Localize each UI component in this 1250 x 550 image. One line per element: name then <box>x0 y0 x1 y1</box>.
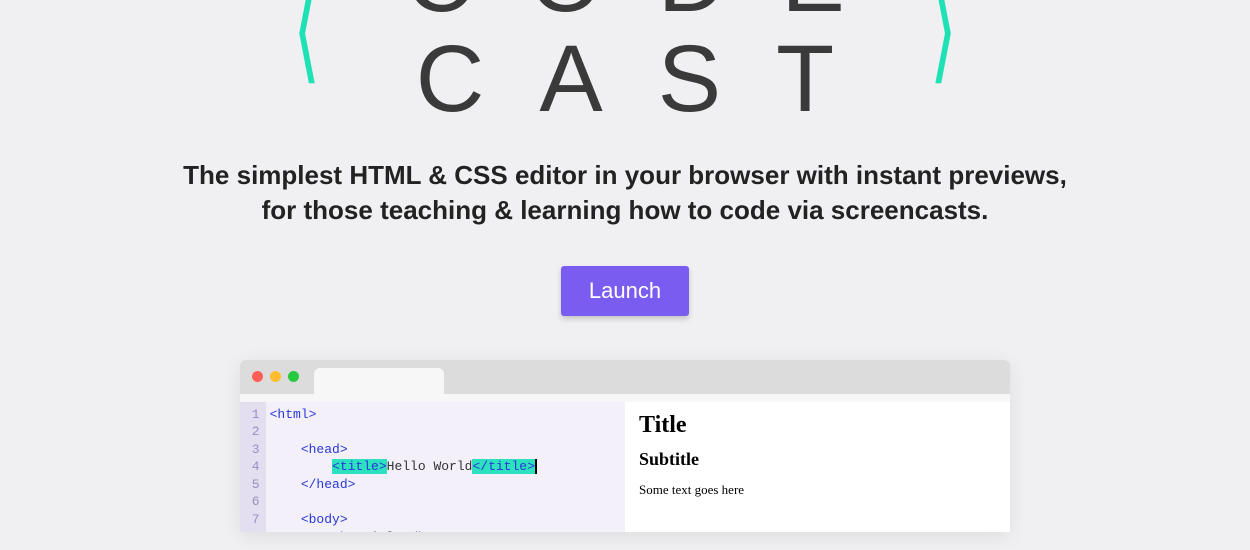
code-line: <h1>Title</h1> <box>270 529 566 532</box>
angle-right-icon: ⟩ <box>930 0 957 95</box>
code-editor[interactable]: 12345678910 <html> <head> <title>Hello W… <box>240 402 625 532</box>
preview-subtitle: Subtitle <box>639 449 996 470</box>
line-number: 5 <box>244 476 260 494</box>
line-number: 6 <box>244 493 260 511</box>
preview-paragraph: Some text goes here <box>639 482 996 498</box>
line-number-gutter: 12345678910 <box>240 402 266 532</box>
line-number: 2 <box>244 423 260 441</box>
line-number: 7 <box>244 511 260 529</box>
line-number: 3 <box>244 441 260 459</box>
code-line: <title>Hello World</title> <box>270 458 566 476</box>
code-line: <html> <box>270 406 566 424</box>
browser-window: 12345678910 <html> <head> <title>Hello W… <box>240 360 1010 532</box>
editor-pane: 12345678910 <html> <head> <title>Hello W… <box>240 402 1010 532</box>
minimize-icon <box>270 371 281 382</box>
code-line: <body> <box>270 511 566 529</box>
logo: ⟨ CODE CAST ⟩ <box>293 0 957 130</box>
code-content[interactable]: <html> <head> <title>Hello World</title>… <box>266 402 570 532</box>
launch-button[interactable]: Launch <box>561 266 689 316</box>
code-line <box>270 493 566 511</box>
browser-tab <box>314 368 444 394</box>
angle-left-icon: ⟨ <box>293 0 320 95</box>
code-line <box>270 423 566 441</box>
tagline: The simplest HTML & CSS editor in your b… <box>165 158 1085 228</box>
browser-toolbar <box>240 394 1010 402</box>
line-number: 1 <box>244 406 260 424</box>
window-controls <box>252 371 299 382</box>
preview-title: Title <box>639 412 996 439</box>
browser-chrome <box>240 360 1010 394</box>
maximize-icon <box>288 371 299 382</box>
line-number: 4 <box>244 458 260 476</box>
logo-line-2: CAST <box>405 30 899 130</box>
line-number: 8 <box>244 529 260 532</box>
code-line: <head> <box>270 441 566 459</box>
close-icon <box>252 371 263 382</box>
live-preview: Title Subtitle Some text goes here <box>625 402 1010 532</box>
code-line: </head> <box>270 476 566 494</box>
logo-text: CODE CAST <box>350 0 899 130</box>
